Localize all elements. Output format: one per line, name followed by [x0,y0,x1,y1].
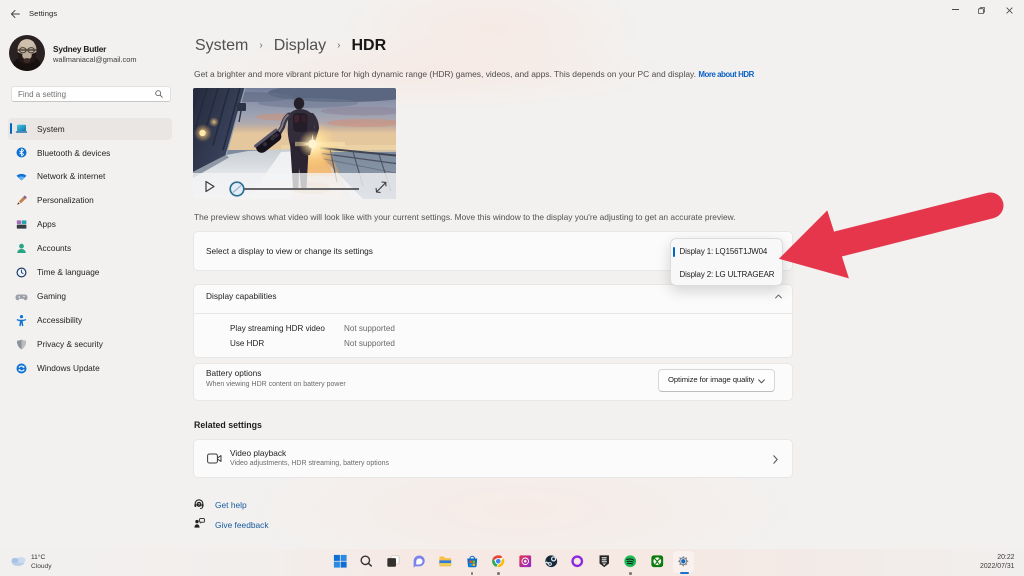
svg-text:?: ? [198,502,201,508]
